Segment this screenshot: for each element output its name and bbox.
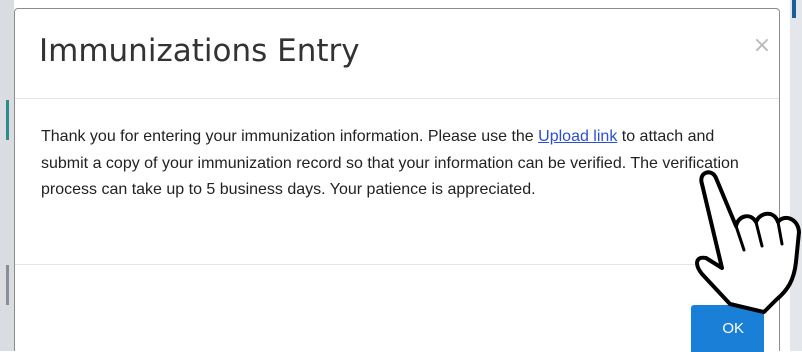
immunizations-entry-dialog: Immunizations Entry × Thank you for ente… [14, 8, 780, 351]
backdrop-accent-strip [6, 100, 9, 140]
close-button[interactable]: × [749, 33, 775, 59]
backdrop-right-edge [790, 0, 802, 351]
dialog-header: Immunizations Entry × [15, 9, 779, 99]
backdrop-left-edge [0, 0, 14, 351]
upload-link[interactable]: Upload link [538, 128, 617, 145]
dialog-message: Thank you for entering your immunization… [41, 124, 765, 204]
dialog-title: Immunizations Entry [39, 33, 360, 69]
dialog-body: Thank you for entering your immunization… [15, 99, 779, 265]
ok-button[interactable]: OK [691, 305, 764, 352]
message-text: Thank you for entering your immunization… [41, 128, 539, 145]
backdrop-accent-strip [792, 0, 796, 18]
close-icon: × [752, 33, 772, 58]
backdrop-accent-strip [6, 265, 9, 305]
